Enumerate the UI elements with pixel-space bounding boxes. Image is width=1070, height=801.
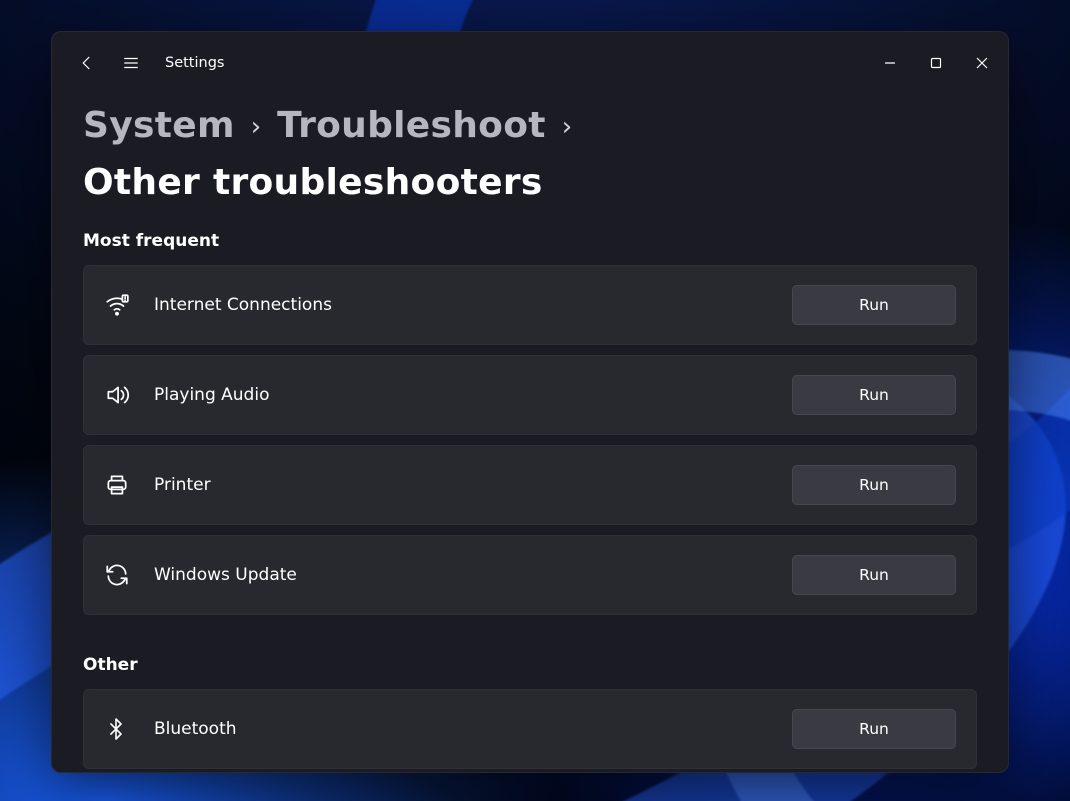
maximize-button[interactable] xyxy=(913,43,959,83)
troubleshooter-row: Playing Audio Run xyxy=(83,355,977,435)
section-title-most-frequent: Most frequent xyxy=(83,231,977,251)
speaker-icon xyxy=(104,382,154,408)
run-button[interactable]: Run xyxy=(792,375,956,415)
troubleshooter-label: Bluetooth xyxy=(154,719,792,739)
caption-buttons xyxy=(867,43,1005,83)
back-button[interactable] xyxy=(65,41,109,85)
troubleshooter-label: Internet Connections xyxy=(154,295,792,315)
chevron-right-icon: › xyxy=(562,112,572,142)
troubleshooter-row: Bluetooth Run xyxy=(83,689,977,769)
troubleshooter-row: Internet Connections Run xyxy=(83,265,977,345)
wifi-icon xyxy=(104,292,154,318)
troubleshooter-row: Printer Run xyxy=(83,445,977,525)
app-title: Settings xyxy=(165,55,224,71)
section-title-other: Other xyxy=(83,655,977,675)
troubleshooter-label: Windows Update xyxy=(154,565,792,585)
breadcrumb-system[interactable]: System xyxy=(83,105,235,146)
section-other: Other Bluetooth Run Camera Run xyxy=(83,655,977,773)
settings-window: Settings System › Troubleshoot › Other t… xyxy=(51,31,1009,773)
troubleshooter-label: Printer xyxy=(154,475,792,495)
nav-menu-button[interactable] xyxy=(109,41,153,85)
breadcrumb: System › Troubleshoot › Other troublesho… xyxy=(83,105,977,203)
minimize-button[interactable] xyxy=(867,43,913,83)
close-button[interactable] xyxy=(959,43,1005,83)
chevron-right-icon: › xyxy=(251,112,261,142)
breadcrumb-troubleshoot[interactable]: Troubleshoot xyxy=(277,105,546,146)
section-most-frequent: Most frequent Internet Connections Run P… xyxy=(83,231,977,615)
printer-icon xyxy=(104,472,154,498)
troubleshooter-row: Windows Update Run xyxy=(83,535,977,615)
run-button[interactable]: Run xyxy=(792,709,956,749)
page-title: Other troubleshooters xyxy=(83,162,543,203)
sync-icon xyxy=(104,562,154,588)
run-button[interactable]: Run xyxy=(792,285,956,325)
bluetooth-icon xyxy=(104,717,154,741)
run-button[interactable]: Run xyxy=(792,555,956,595)
run-button[interactable]: Run xyxy=(792,465,956,505)
troubleshooter-label: Playing Audio xyxy=(154,385,792,405)
titlebar: Settings xyxy=(51,31,1009,95)
content-area: System › Troubleshoot › Other troublesho… xyxy=(51,95,1009,773)
